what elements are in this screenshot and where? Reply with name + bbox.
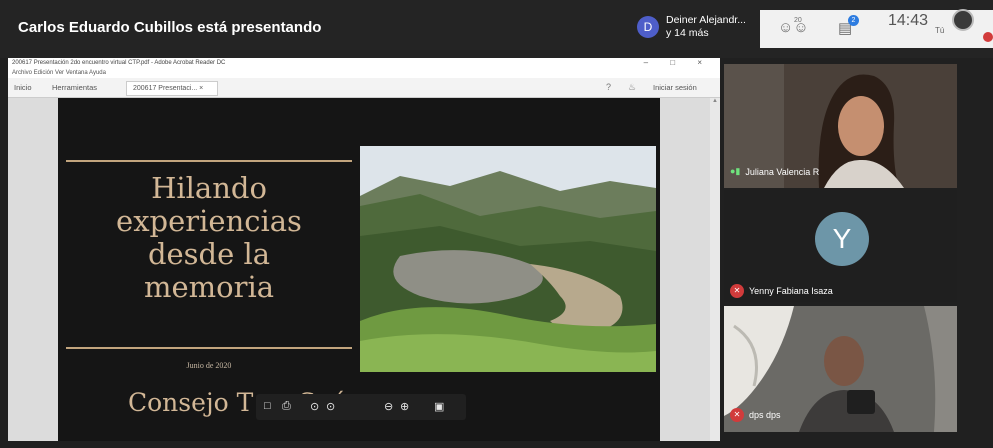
scroll-up-icon[interactable]: ▲ <box>712 98 718 106</box>
presentation-slide: Hilando experiencias desde la memoria Ju… <box>58 98 660 441</box>
participant-label: ✕ dps dps <box>730 408 781 422</box>
participant-more: y 14 más <box>666 27 709 39</box>
zoom-out-icon[interactable]: ⊖ <box>384 400 393 413</box>
tab-document[interactable]: 200617 Presentaci... × <box>126 81 218 96</box>
notification-dot <box>983 32 993 42</box>
slide-divider-top <box>66 160 352 162</box>
page-up-icon[interactable]: ⊙ <box>310 400 319 413</box>
mic-on-icon: ●▮ <box>730 166 741 176</box>
fit-page-icon[interactable]: ▣ <box>434 400 444 413</box>
participant-tile[interactable]: Y ✕ Yenny Fabiana Isaza <box>724 190 957 302</box>
slide-date: Junio de 2020 <box>186 361 232 370</box>
participant-name: Yenny Fabiana Isaza <box>749 286 833 296</box>
self-label: Tú <box>935 26 945 35</box>
presenter-status: Carlos Eduardo Cubillos está presentando <box>18 19 322 36</box>
participant-name: Deiner Alejandr... <box>666 14 746 26</box>
meeting-topbar: Carlos Eduardo Cubillos está presentando… <box>0 0 993 58</box>
acrobat-window-title: 200617 Presentación 2do encuentro virtua… <box>8 58 720 68</box>
landscape-photo <box>360 146 656 372</box>
save-icon[interactable]: □ <box>264 400 271 412</box>
print-icon[interactable]: ⎙ <box>282 400 291 413</box>
zoom-in-icon[interactable]: ⊕ <box>400 400 409 413</box>
meeting-window: Carlos Eduardo Cubillos está presentando… <box>0 0 993 448</box>
participant-label: ✕ Yenny Fabiana Isaza <box>730 284 833 298</box>
participant-tile[interactable]: ●▮ Juliana Valencia R <box>724 64 957 188</box>
people-icon[interactable]: ☺☺ 20 <box>778 17 809 36</box>
participant-tile[interactable]: ✕ dps dps <box>724 306 957 432</box>
participant-label: ●▮ Juliana Valencia R <box>730 166 819 177</box>
shared-screen: 200617 Presentación 2do encuentro virtua… <box>8 58 720 441</box>
window-controls[interactable]: – □ × <box>644 58 712 67</box>
slide-title: Hilando experiencias desde la memoria <box>68 172 350 304</box>
participant-avatar: Y <box>815 212 869 266</box>
chat-icon[interactable]: ▤ 2 <box>838 15 859 37</box>
signin-button[interactable]: Iniciar sesión <box>653 83 697 92</box>
bell-icon[interactable]: ♨ <box>628 82 636 93</box>
acrobat-menu[interactable]: Archivo Edición Ver Ventana Ayuda <box>8 68 720 78</box>
people-count: 20 <box>794 17 802 24</box>
pdf-floating-toolbar: □ ⎙ ⊙ ⊙ ⊖ ⊕ ▣ <box>256 394 466 420</box>
slide-title-line: desde la <box>147 237 271 271</box>
mic-off-icon: ✕ <box>730 284 744 298</box>
slide-title-line: Hilando <box>151 171 267 205</box>
meeting-clock: 14:43 <box>888 12 929 29</box>
self-avatar[interactable] <box>952 9 974 31</box>
slide-title-line: memoria <box>143 270 275 304</box>
vertical-scrollbar[interactable]: ▲ <box>710 98 720 441</box>
tab-inicio[interactable]: Inicio <box>14 83 32 92</box>
participant-name: Juliana Valencia R <box>745 166 820 177</box>
mic-off-icon: ✕ <box>730 408 744 422</box>
slide-divider-bottom <box>66 347 352 349</box>
page-down-icon[interactable]: ⊙ <box>326 400 335 413</box>
acrobat-tabbar: Inicio Herramientas 200617 Presentaci...… <box>8 78 720 98</box>
participant-name: dps dps <box>749 410 781 420</box>
participant-avatar[interactable]: D <box>637 16 659 38</box>
help-icon[interactable]: ? <box>606 82 611 92</box>
slide-title-line: experiencias <box>116 204 302 238</box>
tab-herramientas[interactable]: Herramientas <box>52 83 97 92</box>
chat-badge: 2 <box>848 15 859 26</box>
participant-summary[interactable]: Deiner Alejandr... y 14 más <box>666 14 746 40</box>
